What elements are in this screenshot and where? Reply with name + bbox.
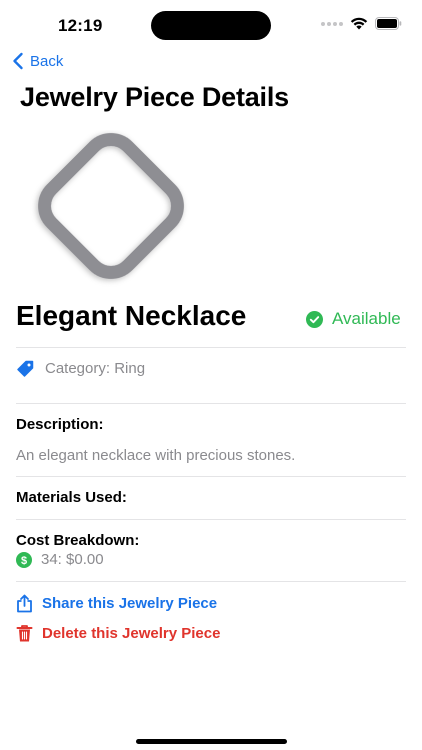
cost-line-text: 34: $0.00 bbox=[41, 551, 104, 568]
status-bar: 12:19 bbox=[0, 0, 422, 50]
page-title: Jewelry Piece Details bbox=[20, 82, 289, 112]
status-icons bbox=[321, 17, 402, 30]
wifi-icon bbox=[350, 17, 368, 30]
delete-label: Delete this Jewelry Piece bbox=[42, 625, 221, 642]
description-label: Description: bbox=[16, 416, 104, 433]
checkmark-circle-icon bbox=[306, 310, 323, 328]
cost-breakdown-label: Cost Breakdown: bbox=[16, 532, 140, 549]
cost-line: $ 34: $0.00 bbox=[16, 551, 104, 568]
divider bbox=[16, 519, 406, 520]
materials-label: Materials Used: bbox=[16, 489, 127, 506]
share-icon bbox=[17, 594, 32, 613]
home-indicator bbox=[136, 739, 287, 744]
category-row: Category: Ring bbox=[16, 359, 145, 378]
status-time: 12:19 bbox=[58, 16, 103, 35]
divider bbox=[16, 581, 406, 582]
cellular-signal-icon bbox=[321, 21, 343, 26]
trash-icon bbox=[16, 625, 33, 642]
dynamic-island bbox=[151, 11, 271, 40]
description-text: An elegant necklace with precious stones… bbox=[16, 447, 296, 464]
diamond-placeholder-icon bbox=[38, 133, 184, 279]
back-button[interactable]: Back bbox=[12, 52, 63, 70]
item-name: Elegant Necklace bbox=[16, 300, 247, 331]
back-label: Back bbox=[30, 52, 64, 70]
delete-button[interactable]: Delete this Jewelry Piece bbox=[16, 624, 220, 643]
svg-text:$: $ bbox=[21, 555, 27, 567]
category-text: Category: Ring bbox=[45, 360, 146, 377]
share-label: Share this Jewelry Piece bbox=[42, 595, 218, 612]
divider bbox=[16, 403, 406, 404]
divider bbox=[16, 476, 406, 477]
status-badge: Available bbox=[306, 309, 401, 329]
tag-icon bbox=[17, 360, 34, 377]
status-text: Available bbox=[332, 309, 401, 328]
chevron-left-icon bbox=[13, 52, 23, 70]
battery-icon bbox=[375, 17, 402, 30]
dollar-circle-icon: $ bbox=[16, 551, 32, 568]
share-button[interactable]: Share this Jewelry Piece bbox=[16, 594, 217, 613]
divider bbox=[16, 347, 406, 348]
jewelry-image-placeholder bbox=[14, 130, 208, 290]
